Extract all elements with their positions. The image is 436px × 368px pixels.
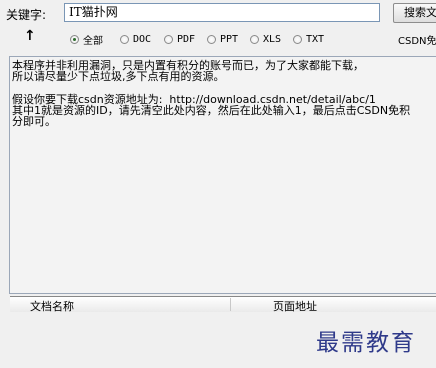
info-textarea[interactable]: 本程序并非利用漏洞，只是内置有积分的账号而已，为了大家都能下载， 所以请尽量少下… [9,56,436,294]
radio-dot-icon [293,34,302,44]
csdn-free-label: CSDN免积分 [398,36,436,47]
radio-label: TXT [306,33,325,45]
info-line: 其中1就是资源的ID，请先清空此处内容，然后在此处输入1，最后点击CSDN免积 [12,104,411,117]
radio-all[interactable]: 全部 [70,32,103,47]
results-list-header: 文档名称 页面地址 [10,296,436,313]
radio-label: PDF [177,33,196,45]
search-files-button[interactable]: 搜索文件 [393,3,436,23]
radio-dot-icon [250,34,259,44]
radio-txt[interactable]: TXT [293,32,324,46]
radio-doc[interactable]: DOC [120,32,151,46]
radio-label: 全部 [83,35,103,47]
radio-dot-icon [70,34,79,44]
radio-dot-icon [120,34,129,44]
radio-ppt[interactable]: PPT [207,32,238,46]
watermark-logo: 最需教育 [316,330,416,356]
radio-dot-icon [164,34,173,44]
info-line: 分即可。 [12,115,56,128]
radio-label: PPT [220,33,239,45]
radio-label: DOC [133,33,152,45]
up-arrow-icon[interactable]: ↑ [24,28,36,44]
keyword-label: 关键字: [6,8,47,22]
radio-label: XLS [263,33,282,45]
info-line: 所以请尽量少下点垃圾,多下点有用的资源。 [12,70,225,83]
radio-pdf[interactable]: PDF [164,32,195,46]
column-divider[interactable] [230,298,231,311]
radio-dot-icon [207,34,216,44]
keyword-input[interactable]: IT猫扑网 [64,3,380,22]
radio-xls[interactable]: XLS [250,32,281,46]
